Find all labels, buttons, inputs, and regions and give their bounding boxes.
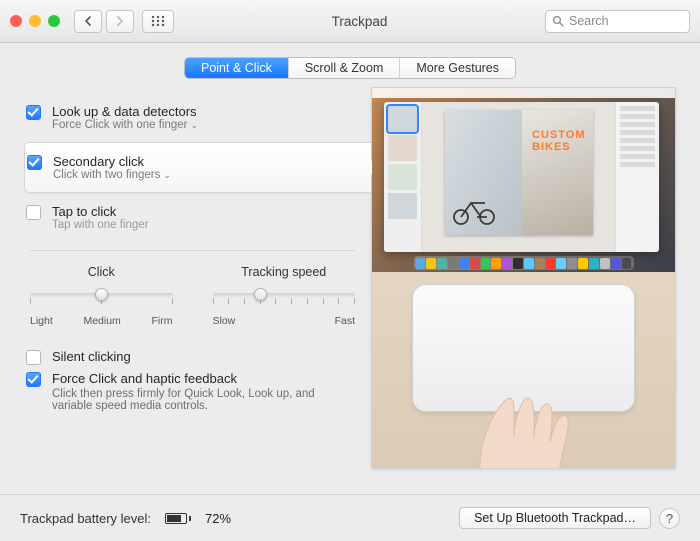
minimize-window-button[interactable] <box>29 15 41 27</box>
option-secondary-click-checkbox[interactable] <box>27 155 42 170</box>
battery-icon <box>165 513 191 524</box>
option-look-up-menu[interactable]: Force Click with one finger ⌄ <box>52 119 198 131</box>
option-look-up[interactable]: Look up & data detectors Force Click wit… <box>24 93 361 142</box>
click-slider-track[interactable] <box>30 285 173 305</box>
tracking-slider-label: Tracking speed <box>213 265 356 279</box>
option-secondary-click-menu[interactable]: Click with two fingers ⌄ <box>53 169 171 181</box>
battery-label: Trackpad battery level: <box>20 511 151 526</box>
forward-button[interactable] <box>106 10 134 33</box>
tracking-slider-track[interactable] <box>213 285 356 305</box>
window-title: Trackpad <box>182 14 537 29</box>
option-silent-clicking[interactable]: Silent clicking <box>26 349 359 365</box>
show-all-prefs-button[interactable] <box>142 10 174 33</box>
bottom-options: Silent clicking Force Click and haptic f… <box>24 335 361 412</box>
nav-buttons <box>74 10 134 33</box>
chevron-right-icon <box>116 16 124 26</box>
bike-icon <box>451 197 497 225</box>
option-secondary-click-title: Secondary click <box>53 154 171 169</box>
option-tap-to-click-sub: Tap with one finger <box>52 219 149 231</box>
preview-dock <box>414 256 634 270</box>
option-force-click-checkbox[interactable] <box>26 372 41 387</box>
option-look-up-checkbox[interactable] <box>26 105 41 120</box>
option-tap-to-click-checkbox[interactable] <box>26 205 41 220</box>
search-placeholder: Search <box>569 14 609 28</box>
preview-desktop: CUSTOMBIKES <box>372 88 675 272</box>
option-silent-clicking-checkbox[interactable] <box>26 350 41 365</box>
grid-icon <box>151 15 165 27</box>
chevron-down-icon: ⌄ <box>191 120 199 131</box>
chevron-left-icon <box>84 16 92 26</box>
gesture-options: Look up & data detectors Force Click wit… <box>24 87 361 242</box>
option-force-click[interactable]: Force Click and haptic feedback Click th… <box>26 371 359 412</box>
window-controls <box>10 15 60 27</box>
tabs-container: Point & Click Scroll & Zoom More Gesture… <box>0 43 700 87</box>
settings-column: Look up & data detectors Force Click wit… <box>24 87 361 469</box>
tracking-slider-knob[interactable] <box>254 288 267 301</box>
option-secondary-click[interactable]: Secondary click Click with two fingers ⌄ <box>24 142 371 193</box>
hand-icon <box>450 384 598 469</box>
option-tap-to-click-title: Tap to click <box>52 204 149 219</box>
preview-trackpad-area <box>372 272 675 468</box>
click-slider: Click Light Medium Firm <box>30 265 173 327</box>
preview-headline: CUSTOMBIKES <box>532 130 585 153</box>
tabs: Point & Click Scroll & Zoom More Gesture… <box>184 57 516 79</box>
battery-percent: 72% <box>205 511 231 526</box>
tab-scroll-and-zoom[interactable]: Scroll & Zoom <box>289 58 401 78</box>
titlebar: Trackpad Search <box>0 0 700 43</box>
option-look-up-title: Look up & data detectors <box>52 104 198 119</box>
preview-app-window: CUSTOMBIKES <box>384 102 659 252</box>
footer: Trackpad battery level: 72% Set Up Bluet… <box>0 494 700 541</box>
preview-column: CUSTOMBIKES <box>371 87 676 469</box>
click-slider-label: Click <box>30 265 173 279</box>
tab-point-and-click[interactable]: Point & Click <box>185 58 289 78</box>
help-button[interactable]: ? <box>659 508 680 529</box>
setup-bluetooth-trackpad-button[interactable]: Set Up Bluetooth Trackpad… <box>459 507 651 529</box>
search-icon <box>552 15 564 27</box>
sliders-row: Click Light Medium Firm Tracking speed <box>24 251 361 335</box>
tracking-slider: Tracking speed Slow Fast <box>213 265 356 327</box>
content: Look up & data detectors Force Click wit… <box>0 87 700 469</box>
tab-more-gestures[interactable]: More Gestures <box>400 58 515 78</box>
preview-panel: CUSTOMBIKES <box>371 87 676 469</box>
zoom-window-button[interactable] <box>48 15 60 27</box>
back-button[interactable] <box>74 10 102 33</box>
close-window-button[interactable] <box>10 15 22 27</box>
search-field[interactable]: Search <box>545 10 690 33</box>
chevron-down-icon: ⌄ <box>163 170 171 181</box>
option-tap-to-click[interactable]: Tap to click Tap with one finger <box>24 193 361 242</box>
